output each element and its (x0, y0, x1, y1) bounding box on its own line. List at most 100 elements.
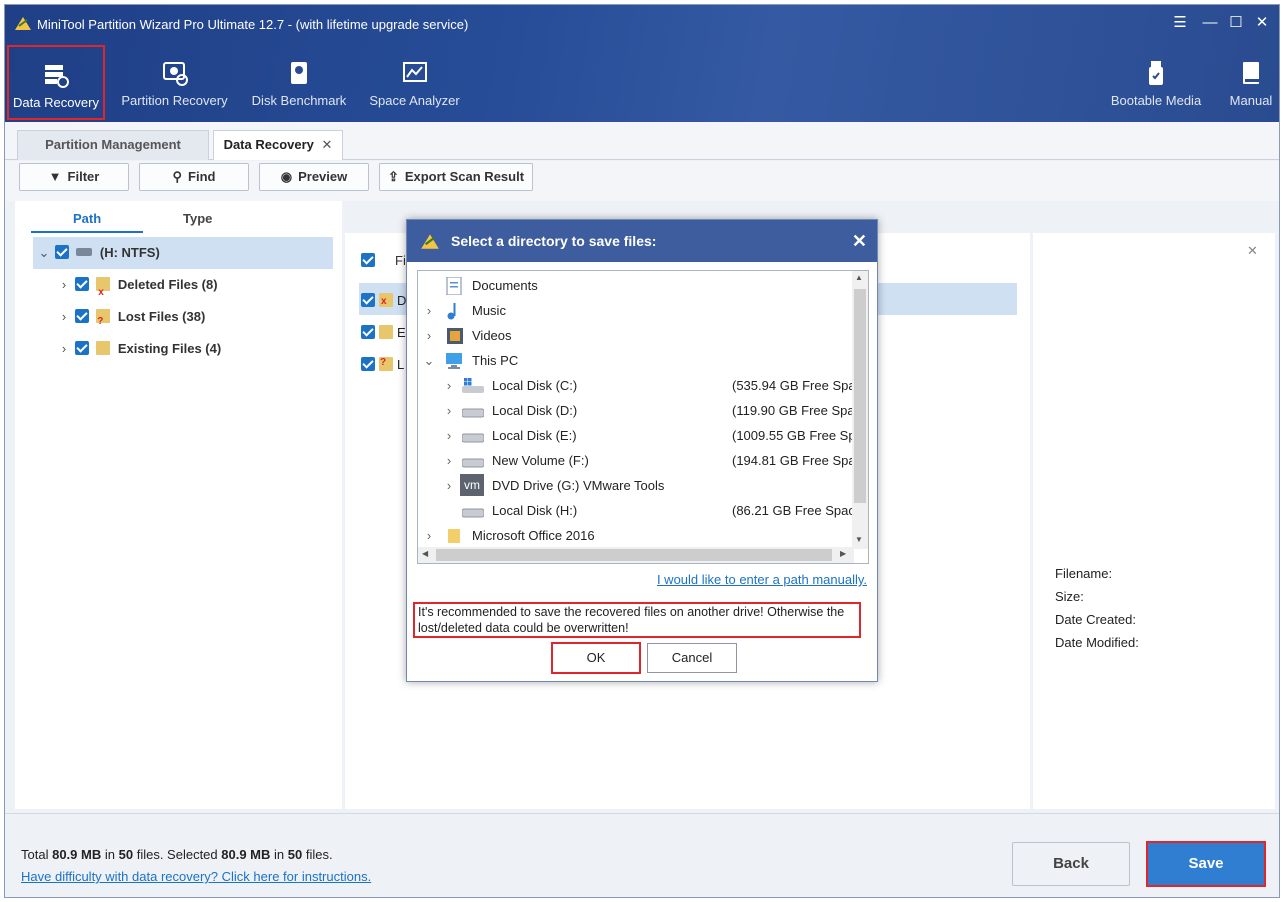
filter-button[interactable]: ▼ Filter (19, 163, 129, 191)
chevron-down-icon[interactable]: ⌄ (422, 348, 436, 373)
maximize-icon[interactable]: ☐ (1227, 14, 1245, 32)
save-directory-dialog: Select a directory to save files: ✕ Docu… (406, 219, 878, 682)
scroll-right-icon[interactable]: ▶ (840, 549, 846, 558)
chevron-right-icon[interactable]: › (57, 272, 71, 298)
bootable-media-button[interactable]: Bootable Media (1108, 45, 1204, 120)
cancel-label: Cancel (671, 650, 713, 665)
ok-label: OK (586, 650, 606, 665)
app-logo-icon (421, 234, 439, 249)
dir-item-videos[interactable]: › Videos (418, 323, 854, 348)
save-button[interactable]: Save (1146, 841, 1266, 887)
dir-item-free-space: (535.94 GB Free Spac (732, 378, 863, 393)
chevron-down-icon[interactable]: ⌄ (37, 240, 51, 266)
chevron-right-icon[interactable]: › (57, 304, 71, 330)
checkbox[interactable] (74, 341, 89, 355)
dir-item-label: Local Disk (C:) (492, 378, 578, 393)
find-button[interactable]: ⚲ Find (139, 163, 249, 191)
status-summary: Total 80.9 MB in 50 files. Selected 80.9… (21, 847, 333, 862)
dir-item-drive-e[interactable]: › Local Disk (E:) (1009.55 GB Free Spa (418, 423, 863, 448)
partition-recovery-label: Partition Recovery (121, 93, 228, 108)
scroll-down-icon[interactable]: ▼ (855, 535, 863, 544)
file-row[interactable]: E (361, 325, 406, 340)
music-icon (446, 302, 464, 320)
chevron-right-icon[interactable]: › (442, 473, 456, 498)
tab-path[interactable]: Path (73, 211, 101, 226)
detail-size: Size: (1055, 589, 1084, 604)
checkbox[interactable] (74, 277, 89, 291)
tree-item-deleted[interactable]: › x Deleted Files (8) (57, 272, 218, 298)
vmware-icon: vm (460, 474, 484, 496)
column-header-filename[interactable]: Fi (395, 253, 406, 268)
disk-benchmark-button[interactable]: Disk Benchmark (249, 45, 349, 120)
tab-data-recovery[interactable]: Data Recovery ✕ (213, 130, 343, 160)
dir-item-drive-d[interactable]: › Local Disk (D:) (119.90 GB Free Spac (418, 398, 861, 423)
chevron-right-icon[interactable]: › (442, 398, 456, 423)
scroll-up-icon[interactable]: ▲ (855, 273, 863, 282)
deleted-folder-icon: x (96, 277, 111, 298)
chevron-right-icon[interactable]: › (57, 336, 71, 362)
chevron-right-icon[interactable]: › (422, 323, 436, 348)
disk-icon (76, 248, 93, 256)
dir-item-free-space: (86.21 GB Free Space (732, 503, 863, 518)
cancel-button[interactable]: Cancel (647, 643, 737, 673)
tree-item-lost[interactable]: › ? Lost Files (38) (57, 304, 205, 330)
status-total-prefix: Total (21, 847, 49, 862)
help-link[interactable]: Have difficulty with data recovery? Clic… (21, 869, 371, 884)
scrollbar-thumb[interactable] (854, 289, 866, 503)
preview-button[interactable]: ◉ Preview (259, 163, 369, 191)
dir-item-drive-h[interactable]: Local Disk (H:) (86.21 GB Free Space (418, 498, 862, 523)
back-button[interactable]: Back (1012, 842, 1130, 886)
space-analyzer-button[interactable]: Space Analyzer (367, 45, 462, 120)
vertical-scrollbar[interactable]: ▲ ▼ (852, 271, 868, 549)
scroll-left-icon[interactable]: ◀ (422, 549, 428, 558)
detail-date-modified: Date Modified: (1055, 635, 1139, 650)
manual-button[interactable]: Manual (1225, 45, 1277, 120)
dir-item-office[interactable]: › Microsoft Office 2016 (418, 523, 854, 548)
tree-item-existing[interactable]: › Existing Files (4) (57, 336, 221, 362)
dir-item-documents[interactable]: Documents (418, 273, 854, 298)
chevron-right-icon[interactable]: › (442, 373, 456, 398)
chevron-right-icon[interactable]: › (442, 448, 456, 473)
minimize-icon[interactable]: — (1201, 14, 1219, 32)
dir-item-drive-c[interactable]: › Local Disk (C:) (535.94 GB Free Spac (418, 373, 862, 398)
dir-item-drive-g[interactable]: › vm DVD Drive (G:) VMware Tools (418, 473, 854, 498)
chevron-right-icon[interactable]: › (422, 523, 436, 548)
header-checkbox[interactable] (361, 253, 375, 268)
dir-item-free-space: (1009.55 GB Free Spa (732, 428, 863, 443)
tab-type[interactable]: Type (183, 211, 212, 226)
chevron-right-icon[interactable]: › (442, 423, 456, 448)
dialog-close-icon[interactable]: ✕ (852, 220, 867, 262)
dir-item-free-space: (119.90 GB Free Spac (732, 403, 862, 418)
checkbox[interactable] (74, 309, 89, 323)
tree-root[interactable]: ⌄ (H: NTFS) (37, 240, 160, 266)
partition-recovery-button[interactable]: Partition Recovery (117, 45, 232, 120)
dir-item-label: Local Disk (D:) (492, 403, 578, 418)
dialog-title-bar: Select a directory to save files: ✕ (407, 220, 877, 262)
partition-recovery-icon (162, 62, 188, 86)
dir-item-label: This PC (472, 353, 519, 368)
chevron-right-icon[interactable]: › (422, 298, 436, 323)
tab-partition-management[interactable]: Partition Management (17, 130, 209, 160)
folder-icon (446, 527, 464, 545)
ok-button[interactable]: OK (551, 642, 641, 674)
file-row[interactable]: ? L (361, 357, 404, 372)
close-preview-icon[interactable]: ✕ (1247, 243, 1258, 259)
close-icon[interactable]: ✕ (1253, 14, 1271, 32)
dir-item-free-space: (194.81 GB Free Spac (732, 453, 863, 468)
left-panel: Path Type ⌄ (H: NTFS) › x Deleted Files … (15, 201, 342, 809)
menu-icon[interactable]: ☰ (1171, 14, 1189, 32)
scrollbar-thumb[interactable] (436, 549, 832, 561)
checkbox[interactable] (54, 245, 69, 259)
dir-item-this-pc[interactable]: ⌄ This PC (418, 348, 854, 373)
horizontal-scrollbar[interactable]: ◀ ▶ (418, 547, 854, 563)
tab-close-icon[interactable]: ✕ (322, 137, 333, 152)
file-row-name: L (397, 357, 405, 372)
dir-item-drive-f[interactable]: › New Volume (F:) (194.81 GB Free Spac (418, 448, 862, 473)
data-recovery-button[interactable]: Data Recovery (7, 45, 105, 120)
status-in: in (274, 847, 285, 862)
dir-item-music[interactable]: › Music (418, 298, 854, 323)
dir-item-label: Videos (472, 328, 512, 343)
manual-path-link[interactable]: I would like to enter a path manually. (657, 572, 867, 587)
export-scan-result-button[interactable]: ⇪ Export Scan Result (379, 163, 533, 191)
file-row[interactable]: xD (361, 293, 406, 308)
